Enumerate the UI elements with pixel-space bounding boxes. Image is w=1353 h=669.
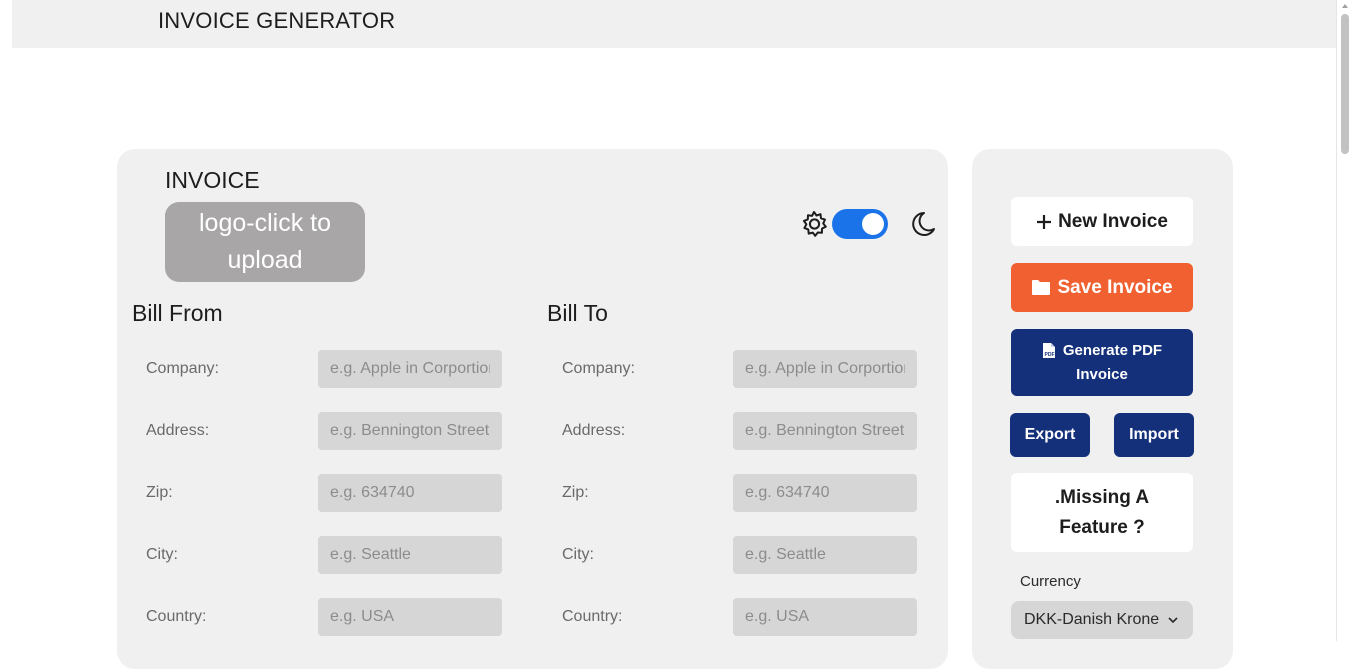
bill-from-address-label: Address: xyxy=(146,422,210,439)
missing-feature-line1: .Missing A xyxy=(1054,486,1150,508)
bill-from-zip-input[interactable] xyxy=(318,474,502,512)
invoice-heading: INVOICE xyxy=(165,167,260,193)
bill-to-zip-input[interactable] xyxy=(733,474,917,512)
top-bar: INVOICE GENERATOR xyxy=(12,0,1337,48)
import-label: Import xyxy=(1129,426,1179,443)
logo-upload-button[interactable]: logo-click to upload xyxy=(165,202,365,282)
pdf-file-icon: PDF xyxy=(1042,343,1055,358)
bill-from-country-label: Country: xyxy=(146,608,207,625)
save-invoice-button[interactable]: Save Invoice xyxy=(1011,263,1193,312)
bill-to-address-input[interactable] xyxy=(733,412,917,450)
export-label: Export xyxy=(1024,426,1076,443)
logo-upload-label: logo-click to upload xyxy=(199,209,331,274)
actions-panel: New Invoice Save Invoice PDF Generate PD… xyxy=(972,149,1233,669)
generate-pdf-button[interactable]: PDF Generate PDF Invoice xyxy=(1011,329,1193,396)
bill-from-country-input[interactable] xyxy=(318,598,502,636)
generate-pdf-label-line2: Invoice xyxy=(1076,365,1128,383)
svg-text:PDF: PDF xyxy=(1044,352,1054,358)
new-invoice-button[interactable]: New Invoice xyxy=(1011,197,1193,246)
bill-from-city-label: City: xyxy=(146,546,178,563)
bill-to-company-label: Company: xyxy=(562,360,635,377)
currency-select[interactable]: DKK-Danish Krone xyxy=(1011,601,1193,639)
export-button[interactable]: Export xyxy=(1010,413,1090,457)
bill-from-zip-label: Zip: xyxy=(146,484,173,501)
toggle-knob xyxy=(862,213,884,235)
missing-feature-line2: Feature ? xyxy=(1059,516,1145,538)
plus-icon xyxy=(1037,214,1052,229)
bill-from-title: Bill From xyxy=(132,300,223,326)
chevron-down-icon xyxy=(1168,617,1178,624)
bill-to-country-label: Country: xyxy=(562,608,623,625)
theme-toggle-group xyxy=(799,207,935,241)
sun-icon xyxy=(802,211,827,237)
currency-selected-value: DKK-Danish Krone xyxy=(1024,611,1160,628)
app-title: INVOICE GENERATOR xyxy=(158,8,396,33)
moon-icon xyxy=(912,212,935,236)
bill-to-city-label: City: xyxy=(562,546,594,563)
scroll-up-icon[interactable] xyxy=(1342,4,1348,8)
theme-toggle-switch[interactable] xyxy=(832,209,888,239)
bill-to-country-input[interactable] xyxy=(733,598,917,636)
new-invoice-label: New Invoice xyxy=(1058,210,1168,232)
bill-to-zip-label: Zip: xyxy=(562,484,589,501)
invoice-card: INVOICE logo-click to upload Bill From C… xyxy=(117,149,948,669)
currency-label: Currency xyxy=(1020,573,1081,590)
save-invoice-label: Save Invoice xyxy=(1057,276,1173,298)
generate-pdf-label-line1: Generate PDF xyxy=(1062,341,1163,359)
bill-from-company-input[interactable] xyxy=(318,350,502,388)
bill-to-city-input[interactable] xyxy=(733,536,917,574)
folder-icon xyxy=(1032,280,1051,295)
import-button[interactable]: Import xyxy=(1114,413,1194,457)
page-scrollbar[interactable] xyxy=(1336,0,1353,641)
bill-from-city-input[interactable] xyxy=(318,536,502,574)
missing-feature-button[interactable]: .Missing A Feature ? xyxy=(1011,473,1193,552)
bill-from-address-input[interactable] xyxy=(318,412,502,450)
bill-to-company-input[interactable] xyxy=(733,350,917,388)
bill-from-company-label: Company: xyxy=(146,360,219,377)
bill-to-title: Bill To xyxy=(547,300,608,326)
bill-to-address-label: Address: xyxy=(562,422,626,439)
scrollbar-thumb[interactable] xyxy=(1341,14,1349,154)
